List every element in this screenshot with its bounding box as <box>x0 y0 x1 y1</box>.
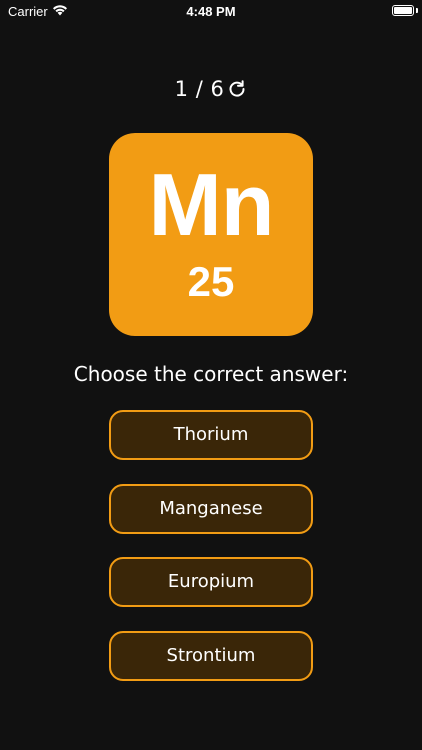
element-symbol: Mn <box>148 155 274 254</box>
clock: 4:48 PM <box>186 4 236 19</box>
answer-button-manganese[interactable]: Manganese <box>109 483 313 534</box>
battery-icon <box>392 5 414 16</box>
answer-list: Thorium Manganese Europium Strontium <box>109 410 313 704</box>
reload-icon[interactable] <box>227 79 247 99</box>
element-tile: Mn 25 <box>109 133 313 336</box>
battery-cap <box>416 8 418 13</box>
atomic-number: 25 <box>187 258 235 305</box>
answer-button-europium[interactable]: Europium <box>109 557 313 607</box>
progress-indicator: 1 / 6 <box>0 77 422 101</box>
question-prompt: Choose the correct answer: <box>73 362 349 386</box>
answer-button-thorium[interactable]: Thorium <box>109 410 313 460</box>
progress-label: 1 / 6 <box>174 77 225 101</box>
answer-button-strontium[interactable]: Strontium <box>109 630 313 681</box>
status-bar: Carrier 4:48 PM <box>0 0 422 24</box>
